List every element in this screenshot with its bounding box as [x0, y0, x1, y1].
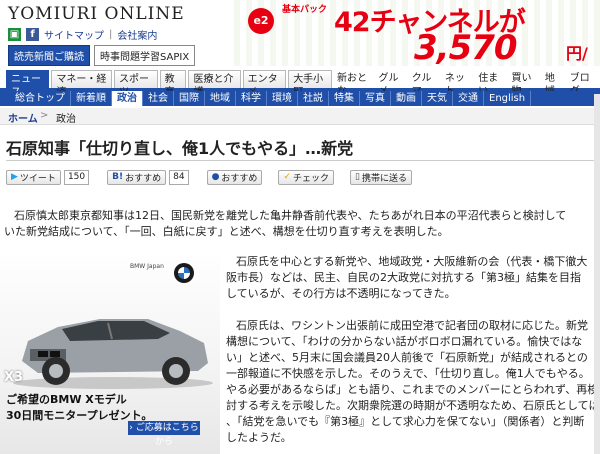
ad-model: X3 [4, 370, 24, 385]
nav-secondary-item[interactable]: 国際 [174, 91, 205, 106]
header-links: ▣ f サイトマップ | 会社案内 [8, 27, 157, 42]
nav-primary-item[interactable]: 教育 [159, 70, 187, 98]
nav-secondary-item[interactable]: English [484, 91, 532, 106]
nav-secondary-item[interactable]: 交通 [453, 91, 484, 106]
article-paragraph-3-line: 石原氏は、ワシントン出張前に成田空港で記者団の取材に応じた。新党 [236, 319, 588, 332]
breadcrumb-home[interactable]: ホーム [8, 110, 38, 125]
twitter-bird-icon: ▶ [11, 172, 18, 182]
scrollbar[interactable] [594, 94, 600, 454]
car-image [13, 319, 213, 389]
article-paragraph-2-line: しているが、その行方は不透明になってきた。 [226, 287, 456, 300]
site-header: YOMIURI ONLINE ▣ f サイトマップ | 会社案内 読売新聞ご購読… [0, 0, 600, 66]
nav-primary-item[interactable]: 新おとな [334, 70, 374, 97]
nav-primary-item[interactable]: 医療と介護 [188, 70, 241, 98]
nav-primary-item[interactable]: ネット [442, 70, 473, 97]
top-ad-banner[interactable]: e2 基本パック 42チャンネルが 3,570 円/月 [234, 0, 600, 66]
secondary-nav: 総合トップ 新着順 政治 社会 国際 地域 科学 環境 社説 特集 写真 動画 天気 交通 English [0, 91, 600, 106]
article-paragraph-3-line: 構想について、「わけの分からない話がボロボロ漏れている。愉快ではな [226, 335, 583, 348]
ad-price-unit: 円/月 [566, 44, 588, 63]
mobile-label: 携帯に送る [361, 173, 407, 184]
nav-secondary-item[interactable]: 写真 [360, 91, 391, 106]
mobile-send-button[interactable]: ▯ 携帯に送る [350, 169, 412, 185]
bookmark-dot-icon: ● [211, 172, 220, 182]
article-paragraph-3-line: い」と述べ、5月末に国会議員20人前後で「石原新党」が結成されるとの [226, 351, 588, 364]
check-icon: ✓ [283, 172, 291, 182]
nav-secondary-item[interactable]: 社説 [298, 91, 329, 106]
ad-line-1: ご希望のBMW Xモデル [6, 393, 127, 406]
breadcrumb: ホーム > 政治 [0, 108, 600, 125]
header-buttons: 読売新聞ご購読 時事問題学習SAPIX [8, 45, 196, 66]
nav-primary-item[interactable]: 地域 [542, 70, 565, 97]
nav-secondary-item[interactable]: 地域 [205, 91, 236, 106]
check-button[interactable]: ✓ チェック [278, 169, 334, 185]
sitemap-link[interactable]: サイトマップ [44, 27, 104, 42]
ad-price: 3,570 [414, 28, 518, 66]
e2-logo: e2 [248, 8, 274, 34]
ad-apply-button[interactable]: › ご応募はこちらから [128, 421, 200, 447]
nav-secondary-item[interactable]: 天気 [422, 91, 453, 106]
title-divider [6, 160, 594, 161]
nav-secondary-item[interactable]: 動画 [391, 91, 422, 106]
nav-secondary-item[interactable]: 総合トップ [10, 91, 71, 106]
subscribe-button[interactable]: 読売新聞ご購読 [8, 45, 90, 66]
company-link[interactable]: 会社案内 [117, 27, 157, 42]
nav-primary-item[interactable]: グルメ [375, 70, 406, 97]
nav-primary-item[interactable]: 大手小町 [288, 70, 332, 98]
article-paragraph-3-line: 一部報道に不快感を示した。そのうえで、「仕切り直し。俺1人でもやる。 [226, 367, 590, 380]
nav-secondary-item[interactable]: 特集 [329, 91, 360, 106]
sapix-button[interactable]: 時事問題学習SAPIX [94, 45, 196, 66]
sitemap-icon: ▣ [8, 28, 21, 41]
nav-primary-item[interactable]: ブログ [567, 70, 598, 97]
breadcrumb-separator: > [40, 110, 49, 121]
primary-nav: ニュースマネー・経済スポーツ教育医療と介護エンタメ大手小町新おとなグルメクルマネ… [0, 70, 600, 98]
mobile-phone-icon: ▯ [355, 172, 360, 182]
bookmark-button-1[interactable]: B! おすすめ [107, 169, 167, 185]
article-title: 石原知事「仕切り直し、俺1人でもやる」…新党 [6, 139, 354, 158]
tweet-button[interactable]: ▶ ツイート [6, 169, 61, 185]
ad-small-text: 基本パック [282, 5, 328, 15]
article-paragraph-3-line: 、「結党を急いでも『第3極』として求心力を保てない」（関係者）と判断 [226, 415, 585, 428]
nav-primary-item[interactable]: エンタメ [242, 70, 287, 98]
breadcrumb-current: 政治 [56, 114, 76, 125]
facebook-icon[interactable]: f [26, 28, 39, 41]
ad-brand-small: BMW Japan [130, 263, 164, 270]
article-paragraph-1-line-1: 石原慎太郎東京都知事は12日、国民新党を離党した亀井静香前代表や、たちあがれ日本… [14, 209, 567, 222]
bookmark-button-2[interactable]: ● おすすめ [206, 169, 263, 185]
tweet-count: 150 [63, 169, 90, 185]
nav-secondary-item[interactable]: 新着順 [71, 91, 112, 106]
bookmark-icon: B! [112, 172, 124, 182]
nav-secondary-item[interactable]: 政治 [112, 91, 143, 106]
nav-secondary-item[interactable]: 環境 [267, 91, 298, 106]
nav-primary-item[interactable]: ニュース [6, 70, 50, 98]
nav-primary-item[interactable]: スポーツ [113, 70, 158, 98]
bmw-logo-icon [174, 263, 194, 283]
bookmark2-label: おすすめ [221, 173, 258, 184]
nav-primary-item[interactable]: クルマ [409, 70, 440, 97]
bookmark1-count: 84 [169, 169, 189, 185]
nav-primary-item[interactable]: 買い物 [509, 70, 540, 97]
article-paragraph-3-line: したようだ。 [226, 431, 292, 444]
nav-secondary-item[interactable]: 社会 [143, 91, 174, 106]
article-paragraph-3-line: やる必要があるならば」とも語り、これまでのメンバーにとらわれず、再検 [226, 383, 599, 396]
bookmark1-label: おすすめ [125, 173, 162, 184]
link-separator: | [109, 29, 113, 40]
nav-primary-item[interactable]: マネー・経済 [51, 70, 112, 98]
check-label: チェック [292, 173, 329, 184]
article-paragraph-2-line: 石原氏を中心とする新党や、地域政党・大阪維新の会（代表・橋下徹大 [236, 255, 588, 268]
site-logo[interactable]: YOMIURI ONLINE [8, 4, 185, 24]
nav-secondary-item[interactable]: 科学 [236, 91, 267, 106]
tweet-label: ツイート [19, 173, 56, 184]
ad-apply-label: ご応募はこちらから [135, 423, 199, 447]
article-paragraph-2-line: 阪市長）などは、民主、自民の2大政党に対抗する「第3極」結集を目指 [226, 271, 581, 284]
share-bar: ▶ ツイート 150 B! おすすめ 84 ● おすすめ ✓ チェック ▯ 携帯に送る [6, 168, 412, 186]
nav-primary-item[interactable]: 住まい [475, 70, 506, 97]
article-paragraph-1-line-2: いた新党結成について、「一回、白紙に戻す」と述べ、構想を仕切り直す考えを表明した… [4, 225, 449, 238]
article-paragraph-3-line: 討する考えを示唆した。次期衆院選の時期が不透明なため、石原氏としては [226, 399, 600, 412]
side-ad[interactable]: BMW Japan X3 ご希望のBMW Xモデル 30日間モニタープレゼント。… [0, 255, 220, 454]
